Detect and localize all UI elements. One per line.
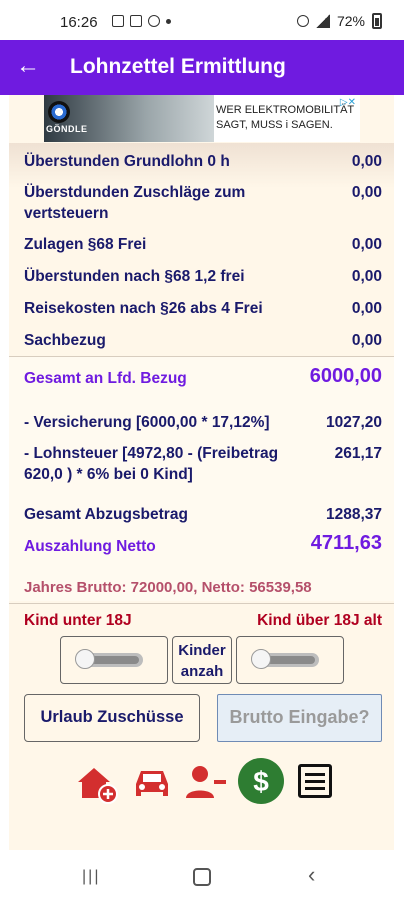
bmw-logo-icon (48, 101, 70, 123)
row-value: 0,00 (351, 153, 382, 170)
divider (9, 356, 394, 357)
gesamt-abzug-value: 1288,37 (325, 506, 382, 523)
kinder-anzahl-button[interactable]: Kinder anzah (172, 636, 232, 684)
row-label: Überstunden Grundlohn 0 h (24, 153, 230, 170)
money-bag-icon[interactable]: $ (238, 758, 284, 804)
lohnsteuer-value: 261,17 (334, 445, 382, 462)
urlaub-zuschuesse-button[interactable]: Urlaub Zuschüsse (24, 694, 200, 742)
row-value: 0,00 (351, 184, 382, 201)
row-label: Sachbezug (24, 332, 106, 349)
car-icon[interactable] (130, 760, 174, 804)
home-icon[interactable] (193, 868, 211, 886)
row-label: Reisekosten nach §26 abs 4 Frei (24, 300, 263, 317)
ad-car-image (44, 95, 214, 142)
gesamt-lfd-value: 6000,00 (309, 365, 382, 387)
divider (9, 603, 394, 604)
row-label: Zulagen §68 Frei (24, 236, 147, 253)
notification-icons (112, 15, 171, 27)
kind-unter-toggle[interactable] (60, 636, 168, 684)
back-icon[interactable]: ‹ (308, 862, 315, 888)
versicherung-label: - Versicherung [6000,00 * 17,12%] (24, 414, 270, 431)
row-value: 0,00 (351, 236, 382, 253)
status-time: 16:26 (60, 14, 98, 31)
dot-icon (166, 19, 171, 24)
messenger-icon (148, 15, 160, 27)
row-value: 0,00 (351, 332, 382, 349)
ad-text-line1: WER ELEKTROMOBILITÄT (216, 104, 355, 116)
list-icon[interactable] (298, 764, 332, 798)
switch-thumb[interactable] (251, 649, 271, 669)
message-icon (130, 15, 142, 27)
kinder-btn-line1: Kinder (178, 642, 226, 659)
jahres-summary: Jahres Brutto: 72000,00, Netto: 56539,58 (24, 579, 312, 596)
signal-icon (315, 14, 330, 28)
battery-percent: 72% (336, 13, 365, 29)
row-value: 0,00 (351, 268, 382, 285)
lohnsteuer-label: - Lohnsteuer [4972,80 - (Freibetrag 620,… (24, 445, 279, 483)
row-label: Überstdunden Zuschläge zum vertsteuern (24, 184, 246, 222)
person-remove-icon[interactable] (184, 760, 228, 804)
image-icon (112, 15, 124, 27)
row-label: Überstunden nach §68 1,2 frei (24, 268, 245, 285)
back-arrow-icon[interactable]: ← (16, 52, 40, 80)
ad-banner[interactable]: GÖNDLE WER ELEKTROMOBILITÄT SAGT, MUSS i… (44, 95, 360, 142)
gesamt-abzug-label: Gesamt Abzugsbetrag (24, 506, 188, 523)
row-value: 0,00 (351, 300, 382, 317)
kind-unter-label: Kind unter 18J (24, 612, 132, 629)
versicherung-value: 1027,20 (325, 414, 382, 431)
recent-apps-icon[interactable]: ||| (82, 868, 100, 886)
status-right: 72% (296, 13, 382, 29)
adchoices-icon[interactable]: ▷✕ (340, 97, 356, 108)
kind-ueber-toggle[interactable] (236, 636, 344, 684)
switch-thumb[interactable] (75, 649, 95, 669)
battery-icon (372, 13, 382, 29)
app-bar: ← Lohnzettel Ermittlung (0, 40, 404, 95)
ad-text-line2: SAGT, MUSS i SAGEN. (216, 119, 333, 131)
house-add-icon[interactable] (74, 760, 118, 804)
system-nav-bar: ||| ‹ (0, 852, 404, 900)
ad-brand: GÖNDLE (46, 124, 88, 134)
page-title: Lohnzettel Ermittlung (70, 55, 286, 78)
kinder-btn-line2: anzah (180, 663, 224, 680)
netto-label: Auszahlung Netto (24, 538, 156, 555)
kind-ueber-label: Kind über 18J alt (257, 612, 382, 629)
gesamt-lfd-label: Gesamt an Lfd. Bezug (24, 370, 187, 387)
alarm-icon (296, 15, 309, 27)
ad-text: WER ELEKTROMOBILITÄT SAGT, MUSS i SAGEN. (216, 103, 354, 133)
brutto-eingabe-button[interactable]: Brutto Eingabe? (217, 694, 382, 742)
status-bar: 16:26 72% (0, 0, 404, 40)
netto-value: 4711,63 (310, 532, 382, 554)
